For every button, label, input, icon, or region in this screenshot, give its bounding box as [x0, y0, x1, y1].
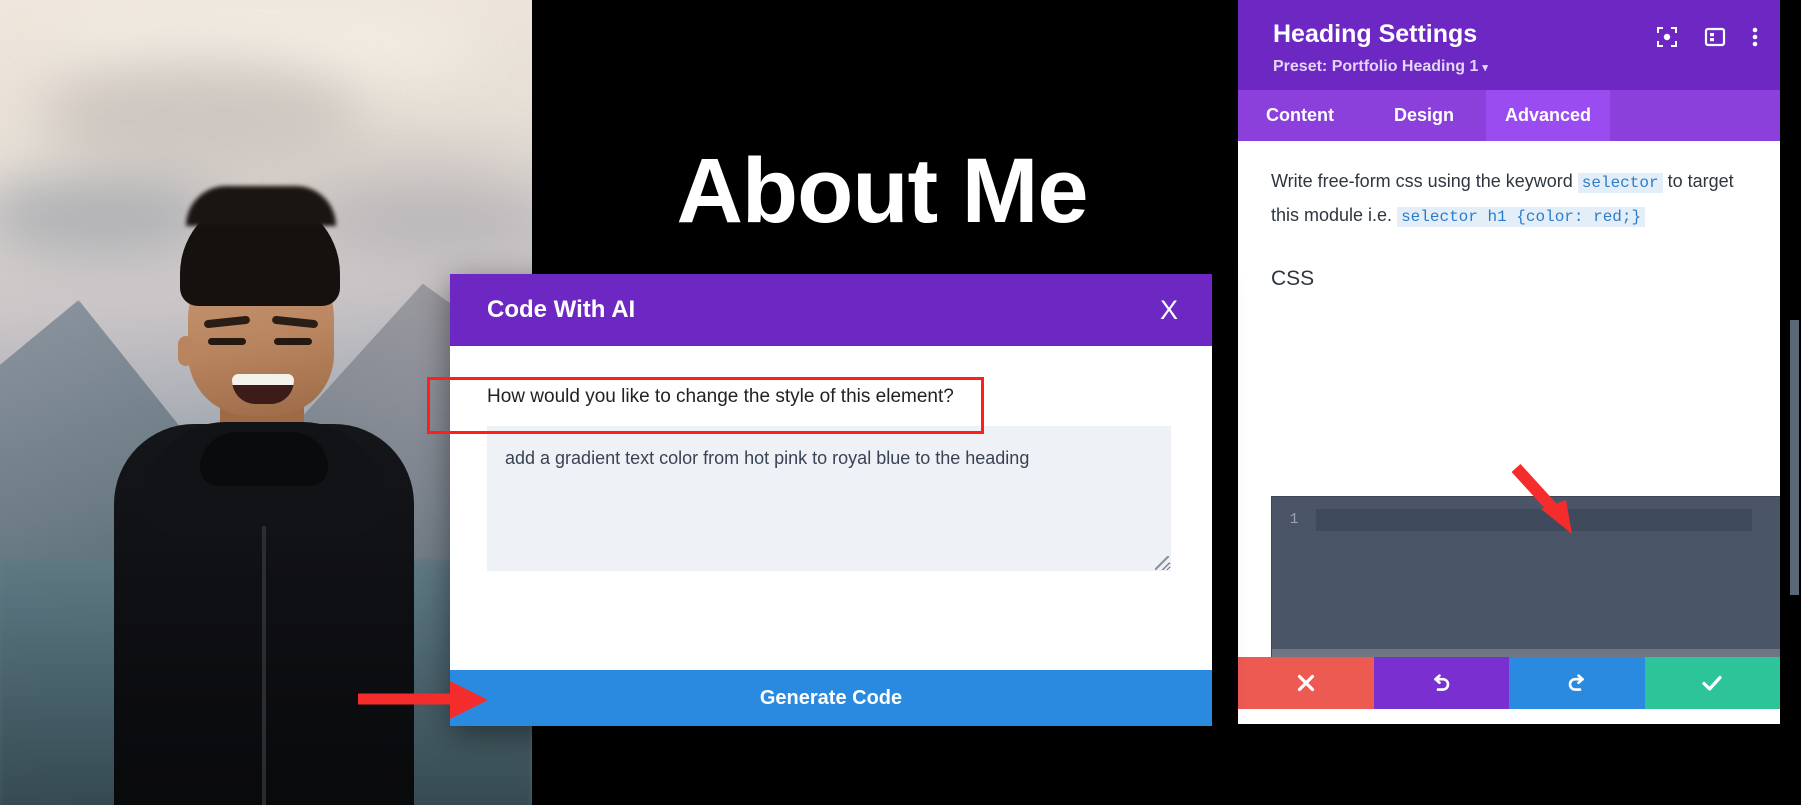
redo-button[interactable] [1509, 657, 1645, 709]
generate-code-button[interactable]: Generate Code [450, 670, 1212, 726]
modal-header: Code With AI X [450, 274, 1212, 346]
modal-title: Code With AI [487, 296, 636, 323]
eye [274, 338, 312, 345]
preset-selector[interactable]: Preset: Portfolio Heading 1 ▾ [1273, 58, 1488, 76]
close-icon[interactable]: X [1152, 293, 1186, 328]
help-text-part1: Write free-form css using the keyword [1271, 170, 1578, 191]
prompt-question: How would you like to change the style o… [487, 386, 954, 407]
css-field-label: CSS [1271, 266, 1315, 290]
panel-scrollbar[interactable] [1790, 320, 1799, 595]
selector-example-token: selector h1 {color: red;} [1397, 206, 1646, 227]
css-help-text: Write free-form css using the keyword se… [1238, 165, 1780, 233]
header-icon-group [1656, 26, 1758, 48]
settings-action-bar [1238, 657, 1780, 709]
ai-prompt-input[interactable] [487, 426, 1171, 571]
tab-content[interactable]: Content [1238, 90, 1362, 141]
zipper [262, 526, 266, 805]
undo-button[interactable] [1373, 657, 1509, 709]
settings-body: Write free-form css using the keyword se… [1238, 140, 1780, 724]
page-heading: About Me [676, 140, 1088, 242]
preset-label: Preset: Portfolio Heading 1 [1273, 57, 1479, 75]
settings-tabs: Content Design Advanced [1238, 89, 1780, 141]
panel-layout-icon[interactable] [1704, 26, 1726, 48]
tab-design[interactable]: Design [1362, 90, 1486, 141]
code-with-ai-modal: Code With AI X How would you like to cha… [450, 274, 1212, 726]
ear [178, 336, 194, 366]
screen-root: About Me ivi er d b Heading Settings Pre… [0, 0, 1801, 805]
prompt-field-wrapper [487, 426, 1175, 576]
annotation-arrow-to-ai-button [1511, 463, 1572, 534]
selector-keyword-token: selector [1577, 172, 1663, 193]
chevron-down-icon: ▾ [1482, 61, 1488, 74]
heading-settings-panel: Heading Settings Preset: Portfolio Headi… [1238, 0, 1780, 724]
hood-inner [200, 432, 328, 486]
focus-target-icon[interactable] [1656, 26, 1678, 48]
annotation-arrow-to-generate [358, 681, 488, 719]
panel-title: Heading Settings [1273, 20, 1478, 48]
line-number: 1 [1289, 511, 1299, 529]
modal-body: How would you like to change the style o… [450, 346, 1212, 670]
save-button[interactable] [1644, 657, 1780, 709]
tab-advanced[interactable]: Advanced [1486, 89, 1610, 141]
hair [180, 196, 340, 306]
settings-header: Heading Settings Preset: Portfolio Headi… [1238, 0, 1780, 90]
eye [208, 338, 246, 345]
cancel-button[interactable] [1238, 657, 1374, 709]
more-options-icon[interactable] [1752, 26, 1758, 48]
